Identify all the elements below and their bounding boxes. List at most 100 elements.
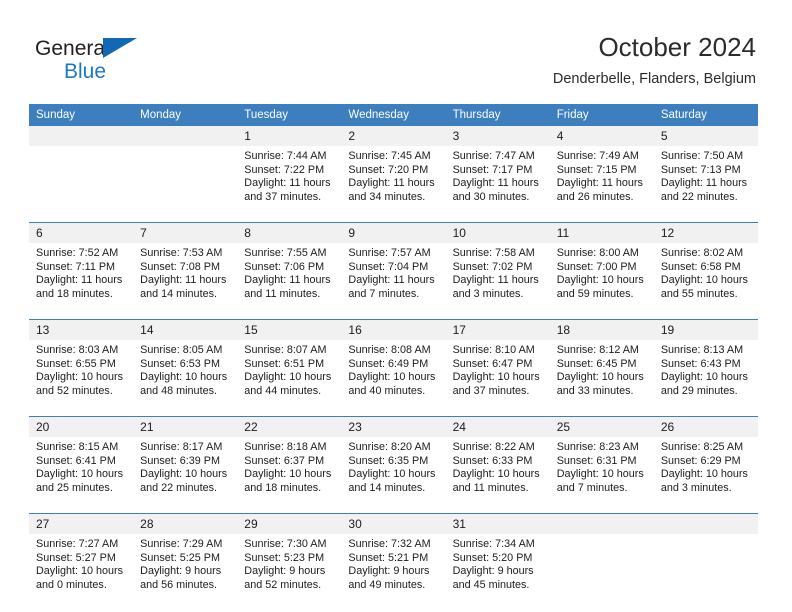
day-details-empty [133,146,238,223]
daylight-text: Daylight: 10 hours [140,468,228,481]
sunrise-text: Sunrise: 8:13 AM [660,344,744,356]
day-number-24[interactable]: 24 [445,416,550,437]
daylight-text-cont: and 7 minutes. [556,481,628,494]
day-number-31[interactable]: 31 [445,513,550,534]
daylight-text-cont: and 56 minutes. [140,578,217,591]
day-number-11[interactable]: 11 [549,222,654,243]
day-number-8[interactable]: 8 [237,222,342,243]
day-details-2[interactable]: Sunrise: 7:45 AM Sunset: 7:20 PM Daylight:… [341,146,446,223]
day-details-5[interactable]: Sunrise: 7:50 AM Sunset: 7:13 PM Daylight:… [653,146,758,223]
week-detail-row: Sunrise: 7:52 AM Sunset: 7:11 PM Daylight:… [29,243,758,320]
day-number-2[interactable]: 2 [341,126,446,146]
day-details-10[interactable]: Sunrise: 7:58 AM Sunset: 7:02 PM Daylight:… [445,243,550,320]
week-detail-row: Sunrise: 7:44 AM Sunset: 7:22 PM Daylight:… [29,146,758,223]
day-details-14[interactable]: Sunrise: 8:05 AM Sunset: 6:53 PM Daylight:… [133,340,238,417]
sunrise-text: Sunrise: 7:50 AM [660,150,744,162]
day-number-23[interactable]: 23 [341,416,446,437]
day-details-7[interactable]: Sunrise: 7:53 AM Sunset: 7:08 PM Daylight:… [133,243,238,320]
day-number-7[interactable]: 7 [133,222,238,243]
day-number-10[interactable]: 10 [445,222,550,243]
day-details-4[interactable]: Sunrise: 7:49 AM Sunset: 7:15 PM Daylight:… [549,146,654,223]
day-number-12[interactable]: 12 [653,222,758,243]
weekday-header-thursday: Thursday [445,104,550,126]
sunset-text: Sunset: 7:02 PM [452,260,533,273]
day-details-12[interactable]: Sunrise: 8:02 AM Sunset: 6:58 PM Daylight:… [653,243,758,320]
day-number-5[interactable]: 5 [653,126,758,146]
day-number-29[interactable]: 29 [237,513,342,534]
day-number-21[interactable]: 21 [133,416,238,437]
week-number-row: 20 21 22 23 24 25 26 [29,416,758,437]
daylight-text-cont: and 44 minutes. [244,384,322,397]
day-number-22[interactable]: 22 [237,416,342,437]
day-number-4[interactable]: 4 [549,126,654,146]
sunset-text: Sunset: 7:04 PM [348,260,429,273]
week-detail-row: Sunrise: 8:15 AM Sunset: 6:41 PM Daylight:… [29,437,758,514]
day-details-31[interactable]: Sunrise: 7:34 AM Sunset: 5:20 PM Daylight:… [445,534,550,610]
day-details-24[interactable]: Sunrise: 8:22 AM Sunset: 6:33 PM Daylight:… [445,437,550,514]
day-number-13[interactable]: 13 [29,319,134,340]
sunset-text: Sunset: 6:43 PM [660,357,741,370]
week-number-row: 6 7 8 9 10 11 12 [29,222,758,243]
day-details-29[interactable]: Sunrise: 7:30 AM Sunset: 5:23 PM Daylight:… [237,534,342,610]
day-details-22[interactable]: Sunrise: 8:18 AM Sunset: 6:37 PM Daylight:… [237,437,342,514]
sunrise-text: Sunrise: 8:25 AM [660,441,744,453]
day-number-20[interactable]: 20 [29,416,134,437]
daylight-text-cont: and 26 minutes. [556,190,634,203]
day-details-20[interactable]: Sunrise: 8:15 AM Sunset: 6:41 PM Daylight:… [29,437,134,514]
day-details-27[interactable]: Sunrise: 7:27 AM Sunset: 5:27 PM Daylight:… [29,534,134,610]
sunset-text: Sunset: 6:33 PM [452,454,533,467]
day-details-3[interactable]: Sunrise: 7:47 AM Sunset: 7:17 PM Daylight:… [445,146,550,223]
daylight-text-cont: and 22 minutes. [140,481,217,494]
day-details-18[interactable]: Sunrise: 8:12 AM Sunset: 6:45 PM Daylight:… [549,340,654,417]
day-details-empty [29,146,134,223]
day-number-27[interactable]: 27 [29,513,134,534]
day-details-26[interactable]: Sunrise: 8:25 AM Sunset: 6:29 PM Daylight:… [653,437,758,514]
daylight-text-cont: and 18 minutes. [36,287,113,300]
day-details-11[interactable]: Sunrise: 8:00 AM Sunset: 7:00 PM Daylight:… [549,243,654,320]
sunset-text: Sunset: 6:29 PM [660,454,741,467]
day-number-empty [133,126,238,146]
day-details-16[interactable]: Sunrise: 8:08 AM Sunset: 6:49 PM Daylight:… [341,340,446,417]
sunset-text: Sunset: 6:49 PM [348,357,429,370]
day-number-14[interactable]: 14 [133,319,238,340]
day-number-25[interactable]: 25 [549,416,654,437]
day-details-23[interactable]: Sunrise: 8:20 AM Sunset: 6:35 PM Daylight:… [341,437,446,514]
daylight-text: Daylight: 9 hours [140,565,222,578]
daylight-text: Daylight: 10 hours [244,371,332,384]
day-details-13[interactable]: Sunrise: 8:03 AM Sunset: 6:55 PM Daylight:… [29,340,134,417]
day-number-15[interactable]: 15 [237,319,342,340]
sunset-text: Sunset: 6:41 PM [36,454,116,467]
daylight-text: Daylight: 11 hours [244,177,331,190]
day-details-8[interactable]: Sunrise: 7:55 AM Sunset: 7:06 PM Daylight:… [237,243,342,320]
sunrise-text: Sunrise: 8:15 AM [36,441,119,453]
sunset-text: Sunset: 7:00 PM [556,260,637,273]
sunset-text: Sunset: 6:55 PM [36,357,116,370]
day-details-17[interactable]: Sunrise: 8:10 AM Sunset: 6:47 PM Daylight:… [445,340,550,417]
day-number-16[interactable]: 16 [341,319,446,340]
day-details-28[interactable]: Sunrise: 7:29 AM Sunset: 5:25 PM Daylight:… [133,534,238,610]
day-details-21[interactable]: Sunrise: 8:17 AM Sunset: 6:39 PM Daylight:… [133,437,238,514]
daylight-text: Daylight: 10 hours [140,371,228,384]
day-number-18[interactable]: 18 [549,319,654,340]
day-number-26[interactable]: 26 [653,416,758,437]
week-number-row: 12345 [29,126,758,146]
day-number-9[interactable]: 9 [341,222,446,243]
day-details-6[interactable]: Sunrise: 7:52 AM Sunset: 7:11 PM Daylight:… [29,243,134,320]
day-details-1[interactable]: Sunrise: 7:44 AM Sunset: 7:22 PM Daylight:… [237,146,342,223]
day-number-empty [653,513,758,534]
daylight-text-cont: and 0 minutes. [36,578,107,591]
day-details-30[interactable]: Sunrise: 7:32 AM Sunset: 5:21 PM Daylight:… [341,534,446,610]
day-number-30[interactable]: 30 [341,513,446,534]
day-number-17[interactable]: 17 [445,319,550,340]
day-details-19[interactable]: Sunrise: 8:13 AM Sunset: 6:43 PM Daylight:… [653,340,758,417]
day-number-1[interactable]: 1 [237,126,342,146]
day-details-25[interactable]: Sunrise: 8:23 AM Sunset: 6:31 PM Daylight:… [549,437,654,514]
day-number-28[interactable]: 28 [133,513,238,534]
day-number-empty [29,126,134,146]
day-number-19[interactable]: 19 [653,319,758,340]
day-details-9[interactable]: Sunrise: 7:57 AM Sunset: 7:04 PM Daylight:… [341,243,446,320]
day-details-15[interactable]: Sunrise: 8:07 AM Sunset: 6:51 PM Daylight:… [237,340,342,417]
day-number-3[interactable]: 3 [445,126,550,146]
sunrise-text: Sunrise: 8:10 AM [452,344,535,356]
day-number-6[interactable]: 6 [29,222,134,243]
